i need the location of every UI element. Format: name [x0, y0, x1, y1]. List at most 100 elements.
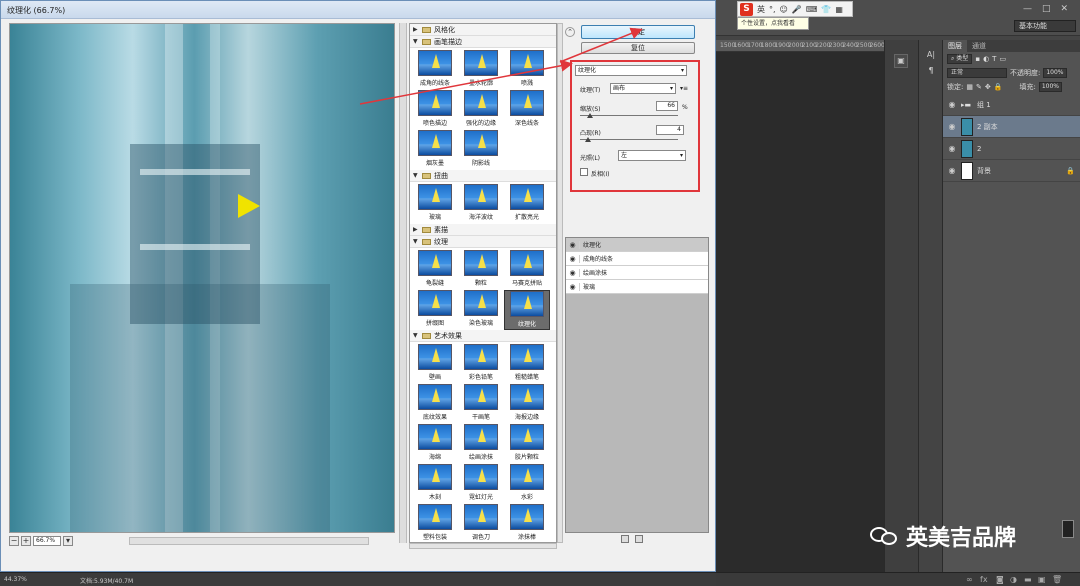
lock-all-icon[interactable]: 🔒 [994, 83, 1003, 91]
texture-select[interactable]: 画布 ▾ [610, 83, 676, 94]
filter-category[interactable]: ▼ 扭曲 [410, 170, 556, 182]
adjustment-icon[interactable]: ◑ [1010, 575, 1017, 584]
filter-thumbnail[interactable]: 玻璃 [412, 184, 458, 224]
ok-button[interactable]: 确定 [581, 25, 695, 39]
filter-thumbnail[interactable]: 海绵 [412, 424, 458, 464]
filter-thumbnail[interactable]: 成角的线条 [412, 50, 458, 90]
relief-slider-handle[interactable] [584, 137, 591, 142]
filter-category[interactable]: ▼ 艺术效果 [410, 330, 556, 342]
layer-row[interactable]: ◉ 2 [943, 138, 1080, 160]
ime-emoji-icon[interactable]: ☺ [780, 5, 788, 14]
lock-brush-icon[interactable]: ✎ [976, 83, 982, 91]
relief-slider[interactable] [580, 139, 678, 140]
new-layer-icon[interactable]: ▣ [1038, 575, 1046, 584]
eye-icon[interactable]: ◉ [943, 100, 961, 109]
zoom-in-button[interactable]: + [21, 536, 31, 546]
filter-thumbnail[interactable]: 干画笔 [458, 384, 504, 424]
zoom-out-button[interactable]: − [9, 536, 19, 546]
filter-text-icon[interactable]: T [992, 55, 996, 63]
effect-layer-row[interactable]: ◉ 成角的线条 [566, 252, 708, 266]
layer-kind-select[interactable]: ⌕ 类型 [947, 54, 973, 64]
lock-move-icon[interactable]: ✥ [985, 83, 991, 91]
filter-thumbnail[interactable]: 墨水轮廓 [458, 50, 504, 90]
filter-thumbnail[interactable]: 霓虹灯光 [458, 464, 504, 504]
filter-thumbnail[interactable]: 深色线条 [504, 90, 550, 130]
ime-skin-icon[interactable]: 👕 [821, 5, 831, 14]
filter-category[interactable]: ▶ 素描 [410, 224, 556, 236]
collapse-gallery-button[interactable]: ⌃ [565, 27, 575, 37]
filter-thumbnail[interactable]: 木刻 [412, 464, 458, 504]
effect-layer-row[interactable]: ◉ 纹理化 [566, 238, 708, 252]
blend-mode-select[interactable]: 正常 [947, 68, 1007, 78]
relief-input[interactable]: 4 [656, 125, 684, 135]
filter-thumbnail[interactable]: 马赛克拼贴 [504, 250, 550, 290]
ime-mic-icon[interactable]: 🎤 [792, 5, 802, 14]
filter-list-hscrollbar[interactable] [409, 543, 557, 549]
scale-slider[interactable] [580, 115, 678, 116]
filter-shape-icon[interactable]: ▭ [999, 55, 1006, 63]
eye-icon[interactable]: ◉ [566, 240, 580, 249]
layer-row[interactable]: ◉ ▸▬ 组 1 [943, 94, 1080, 116]
scale-slider-handle[interactable] [586, 113, 593, 118]
filter-thumbnail[interactable]: 海洋波纹 [458, 184, 504, 224]
tab-layers[interactable]: 图层 [943, 40, 967, 52]
preview-scrollbar[interactable] [129, 537, 369, 545]
tab-channels[interactable]: 通道 [967, 40, 991, 52]
ime-toolbar[interactable]: S 英 °, ☺ 🎤 ⌨ 👕 ▦ [737, 1, 853, 17]
filter-thumbnail[interactable]: 胶片颗粒 [504, 424, 550, 464]
ime-keyboard-icon[interactable]: ⌨ [806, 5, 818, 14]
filter-category[interactable]: ▼ 画笔描边 [410, 36, 556, 48]
zoom-menu-button[interactable]: ▾ [63, 536, 73, 546]
close-icon[interactable]: ✕ [1060, 4, 1068, 14]
workspace-select[interactable]: 基本功能 [1014, 20, 1076, 32]
light-select[interactable]: 左 ▾ [618, 150, 686, 161]
opacity-input[interactable]: 100% [1043, 68, 1067, 78]
effect-layer-row[interactable]: ◉ 绘画涂抹 [566, 266, 708, 280]
mask-icon[interactable]: ◙ [996, 575, 1004, 584]
filter-thumbnail[interactable]: 拼缀图 [412, 290, 458, 330]
status-zoom[interactable]: 44.37% [4, 576, 27, 583]
filter-list-scrollbar[interactable] [557, 23, 563, 543]
filter-thumbnail[interactable]: 喷色描边 [412, 90, 458, 130]
panel-divider[interactable] [399, 23, 407, 543]
ime-language[interactable]: 英 [757, 4, 765, 15]
filter-thumbnail[interactable]: 强化的边缘 [458, 90, 504, 130]
lock-pixels-icon[interactable]: ▦ [966, 83, 973, 91]
filter-thumbnail[interactable]: 粗糙蜡笔 [504, 344, 550, 384]
filter-pixel-icon[interactable]: ▪ [975, 55, 980, 63]
trash-icon[interactable]: 🗑 [1052, 575, 1062, 584]
filter-thumbnail[interactable]: 海报边缘 [504, 384, 550, 424]
filter-thumbnail[interactable]: 水彩 [504, 464, 550, 504]
filter-category[interactable]: ▶ 风格化 [410, 24, 556, 36]
dialog-title-bar[interactable]: 纹理化 (66.7%) [1, 1, 715, 19]
eye-icon[interactable]: ◉ [943, 144, 961, 153]
invert-checkbox[interactable] [580, 168, 588, 176]
filter-select[interactable]: 纹理化 ▾ [575, 65, 687, 76]
paragraph-icon[interactable]: ¶ [924, 66, 938, 78]
filter-thumbnail[interactable]: 染色玻璃 [458, 290, 504, 330]
document-canvas[interactable] [716, 52, 884, 572]
reset-button[interactable]: 复位 [581, 42, 695, 54]
filter-preview[interactable] [9, 23, 395, 533]
fx-icon[interactable]: fx [980, 575, 988, 584]
filter-category[interactable]: ▼ 纹理 [410, 236, 556, 248]
filter-thumbnail[interactable]: 喷溅 [504, 50, 550, 90]
filter-thumbnail[interactable]: 调色刀 [458, 504, 504, 542]
filter-thumbnail[interactable]: 烟灰墨 [412, 130, 458, 170]
effect-layer-row[interactable]: ◉ 玻璃 [566, 280, 708, 294]
scale-input[interactable]: 66 [656, 101, 678, 111]
texture-menu-icon[interactable]: ▾≡ [680, 85, 688, 92]
filter-thumbnail[interactable]: 壁画 [412, 344, 458, 384]
layer-row[interactable]: ◉ 背景 🔒 [943, 160, 1080, 182]
filter-thumbnail[interactable]: 绘画涂抹 [458, 424, 504, 464]
character-icon[interactable]: A| [924, 50, 938, 62]
eye-icon[interactable]: ◉ [943, 166, 961, 175]
link-icon[interactable]: ∞ [966, 575, 973, 584]
filter-thumbnail[interactable]: 扩散亮光 [504, 184, 550, 224]
eye-icon[interactable]: ◉ [943, 122, 961, 131]
new-group-icon[interactable]: ▬ [1024, 575, 1032, 584]
filter-adjust-icon[interactable]: ◐ [983, 55, 989, 63]
delete-effect-layer-icon[interactable] [635, 535, 643, 543]
filter-thumbnail[interactable]: 龟裂缝 [412, 250, 458, 290]
minimize-icon[interactable]: — [1023, 4, 1032, 14]
